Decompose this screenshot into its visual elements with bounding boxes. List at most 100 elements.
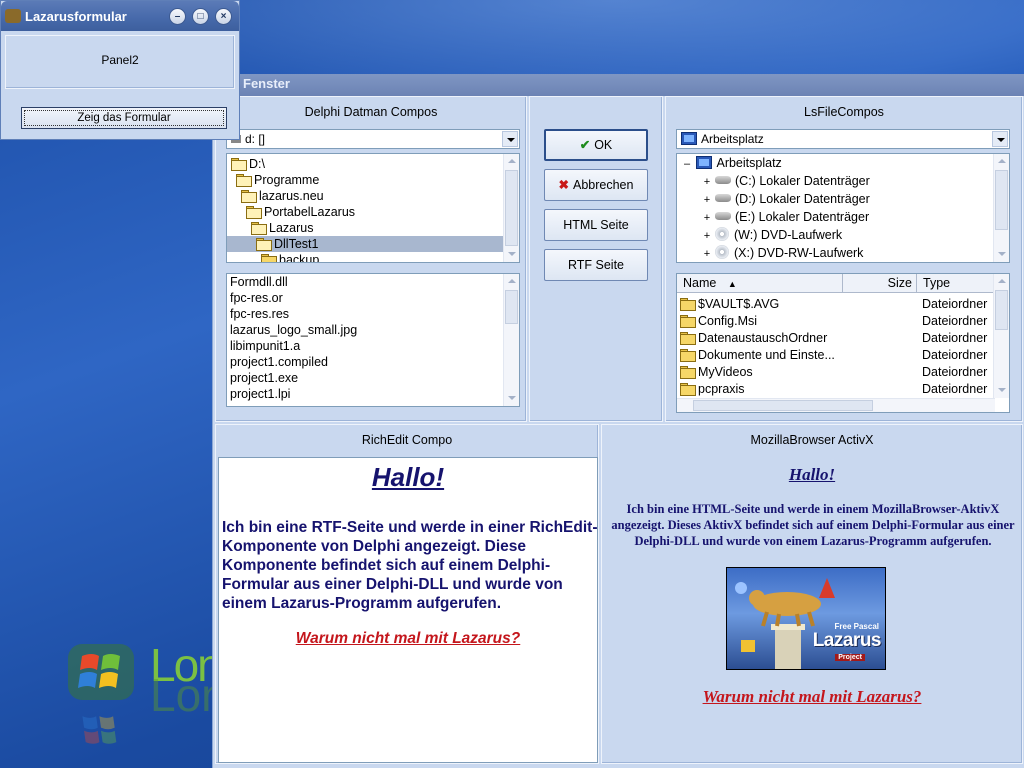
file-detail-row[interactable]: pcpraxis Dateiordner: [677, 381, 995, 398]
minimize-icon[interactable]: –: [169, 8, 186, 25]
folder-open-icon: [241, 190, 257, 203]
scroll-up-arrow-icon[interactable]: [504, 154, 519, 169]
scroll-down-arrow-icon[interactable]: [504, 247, 519, 262]
file-detail-hscrollbar[interactable]: [677, 398, 995, 412]
scroll-up-arrow-icon[interactable]: [994, 154, 1009, 169]
folder-item[interactable]: DllTest1: [227, 236, 503, 252]
drive-combo[interactable]: d: []: [226, 129, 520, 149]
sort-ascending-icon: ▲: [727, 279, 737, 289]
lazarus-app-icon: [5, 9, 21, 23]
show-form-button[interactable]: Zeig das Formular: [21, 107, 227, 129]
location-combo-text: Arbeitsplatz: [701, 132, 764, 146]
file-detail-name: pcpraxis: [680, 381, 745, 398]
tree-drive-letter: (C:): [735, 174, 756, 188]
location-combo[interactable]: Arbeitsplatz: [676, 129, 1010, 149]
lazarus-form-title-bar[interactable]: Lazarusformular – □ ×: [1, 1, 239, 31]
folder-item[interactable]: backup: [227, 252, 503, 263]
scroll-thumb[interactable]: [505, 290, 518, 324]
html-lazarus-link[interactable]: Warum nicht mal mit Lazarus?: [602, 687, 1022, 707]
html-heading: Hallo!: [788, 465, 836, 484]
html-page-button[interactable]: HTML Seite: [544, 209, 648, 241]
richedit-content[interactable]: Hallo! Ich bin eine RTF-Seite und werde …: [218, 457, 598, 763]
cancel-button[interactable]: ✖ Abbrechen: [544, 169, 648, 201]
column-header-size[interactable]: Size: [843, 274, 917, 293]
file-detail-name: Dokumente und Einste...: [680, 347, 835, 364]
tree-drive-letter: (X:): [734, 246, 755, 260]
tree-collapse-icon[interactable]: –: [681, 155, 693, 173]
tree-drive-label: Lokaler Datenträger: [759, 192, 870, 206]
file-item[interactable]: lazarus_logo_small.jpg: [227, 322, 357, 338]
file-detail-row[interactable]: DatenaustauschOrdner Dateiordner: [677, 330, 995, 347]
folder-item-label: backup: [279, 253, 320, 263]
file-item[interactable]: project1.compiled: [227, 354, 328, 370]
close-icon[interactable]: ×: [215, 8, 232, 25]
directory-list-scrollbar[interactable]: [503, 154, 519, 262]
hard-drive-icon: [715, 194, 731, 202]
file-detail-list[interactable]: Name ▲ Size Type $VAULT$.AVG Dateiordner C…: [676, 273, 1010, 413]
tree-drive-item[interactable]: + (D:) Lokaler Datenträger: [701, 190, 870, 208]
tree-drive-letter: (W:): [734, 228, 758, 242]
file-item[interactable]: Formdll.dll: [227, 274, 288, 290]
location-combo-dropdown-button[interactable]: [992, 131, 1008, 147]
folder-item[interactable]: D:\: [227, 156, 503, 172]
computer-icon: [681, 132, 697, 145]
maximize-icon[interactable]: □: [192, 8, 209, 25]
scroll-thumb[interactable]: [505, 170, 518, 246]
tree-expand-icon[interactable]: +: [701, 227, 713, 245]
file-detail-name: MyVideos: [680, 364, 753, 381]
file-item[interactable]: fpc-res.res: [227, 306, 289, 322]
column-header-name[interactable]: Name ▲: [677, 274, 843, 293]
tree-drive-item[interactable]: + (C:) Lokaler Datenträger: [701, 172, 870, 190]
scroll-down-arrow-icon[interactable]: [994, 383, 1009, 398]
datman-caption: Delphi Datman Compos: [304, 105, 438, 119]
file-detail-row[interactable]: Dokumente und Einste... Dateiordner: [677, 347, 995, 364]
rtf-lazarus-link[interactable]: Warum nicht mal mit Lazarus?: [219, 630, 597, 648]
folder-item[interactable]: PortabelLazarus: [227, 204, 503, 220]
directory-list[interactable]: D:\ Programme lazarus.neu PortabelLazarus La…: [226, 153, 520, 263]
file-detail-type: Dateiordner: [922, 331, 988, 345]
tree-drive-item[interactable]: + (W:) DVD-Laufwerk: [701, 226, 842, 244]
folder-item[interactable]: Programme: [227, 172, 503, 188]
scroll-up-arrow-icon[interactable]: [504, 274, 519, 289]
tree-expand-icon[interactable]: +: [701, 173, 713, 191]
column-header-type[interactable]: Type: [917, 274, 995, 293]
drive-combo-dropdown-button[interactable]: [502, 131, 518, 147]
folder-open-icon: [251, 222, 267, 235]
tree-expand-icon[interactable]: +: [701, 191, 713, 209]
hscroll-thumb[interactable]: [693, 400, 873, 411]
tree-drive-item[interactable]: + (X:) DVD-RW-Laufwerk: [701, 244, 863, 262]
folder-icon: [680, 298, 696, 311]
file-list[interactable]: Formdll.dll fpc-res.or fpc-res.res lazarus_…: [226, 273, 520, 407]
scroll-thumb[interactable]: [995, 170, 1008, 230]
ok-button[interactable]: ✔ OK: [544, 129, 648, 161]
rtf-page-button[interactable]: RTF Seite: [544, 249, 648, 281]
scroll-up-arrow-icon[interactable]: [994, 274, 1009, 289]
tree-drive-item[interactable]: + (E:) Lokaler Datenträger: [701, 208, 869, 226]
tree-expand-icon[interactable]: +: [701, 245, 713, 262]
file-item[interactable]: project1.lpi: [227, 386, 290, 402]
file-detail-scrollbar[interactable]: [993, 274, 1009, 398]
folder-item[interactable]: lazarus.neu: [227, 188, 503, 204]
tree-drive-label: Lokaler Datenträger: [758, 210, 870, 224]
file-list-scrollbar[interactable]: [503, 274, 519, 406]
scroll-down-arrow-icon[interactable]: [504, 391, 519, 406]
drive-tree-scrollbar[interactable]: [993, 154, 1009, 262]
folder-open-icon: [231, 158, 247, 171]
file-detail-row[interactable]: MyVideos Dateiordner: [677, 364, 995, 381]
file-item[interactable]: project1.exe: [227, 370, 298, 386]
file-detail-name-label: pcpraxis: [698, 382, 745, 396]
scroll-thumb[interactable]: [995, 290, 1008, 330]
scroll-down-arrow-icon[interactable]: [994, 247, 1009, 262]
tree-expand-icon[interactable]: +: [701, 209, 713, 227]
file-detail-type: Dateiordner: [922, 297, 988, 311]
file-detail-name-label: MyVideos: [698, 365, 753, 379]
tree-root[interactable]: – Arbeitsplatz: [681, 154, 782, 172]
file-detail-row[interactable]: Config.Msi Dateiordner: [677, 313, 995, 330]
folder-item[interactable]: Lazarus: [227, 220, 503, 236]
file-item[interactable]: libimpunit1.a: [227, 338, 300, 354]
drive-tree[interactable]: – Arbeitsplatz + (C:) Lokaler Datenträger…: [676, 153, 1010, 263]
folder-open-icon: [246, 206, 262, 219]
file-item[interactable]: fpc-res.or: [227, 290, 283, 306]
file-detail-row[interactable]: $VAULT$.AVG Dateiordner: [677, 296, 995, 313]
main-title-bar[interactable]: Fenster: [213, 74, 1024, 96]
